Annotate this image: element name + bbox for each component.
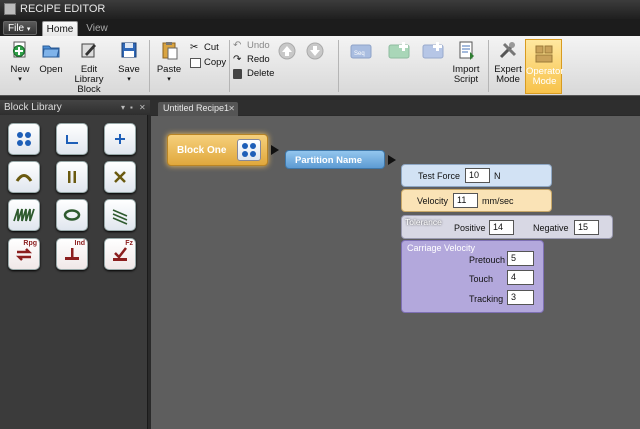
- dropdown-arrow-icon: ▾: [127, 76, 131, 83]
- library-tile-plus[interactable]: [104, 123, 136, 155]
- tolerance-negative-input[interactable]: 15: [574, 220, 599, 235]
- delete-button[interactable]: Delete: [233, 68, 274, 80]
- ribbon-separator: [149, 40, 150, 92]
- diagonal-lines-icon: [112, 209, 128, 225]
- scissors-icon: ✂: [190, 42, 199, 53]
- connector-arrow-icon: [388, 155, 396, 165]
- four-dots-icon: [237, 139, 261, 161]
- save-button[interactable]: Save ▾: [115, 40, 143, 85]
- test-force-block[interactable]: Test Force 10 N: [401, 164, 552, 187]
- tolerance-positive-input[interactable]: 14: [489, 220, 514, 235]
- add-block-icon[interactable]: [422, 41, 446, 61]
- redo-button[interactable]: ↷ Redo: [233, 54, 270, 66]
- ellipse-icon: [63, 209, 81, 221]
- add-step-icon[interactable]: [388, 41, 412, 61]
- dropdown-arrow-icon: ▾: [26, 26, 31, 33]
- open-folder-icon: [42, 45, 60, 58]
- tolerance-block[interactable]: Tolerance Positive 14 Negative 15: [401, 215, 613, 239]
- swap-arrows-icon: [15, 248, 33, 261]
- velocity-block[interactable]: Velocity 11 mm/sec: [401, 189, 552, 212]
- svg-text:Seq: Seq: [354, 51, 365, 57]
- new-document-icon: [13, 41, 26, 58]
- block-one[interactable]: Block One: [167, 134, 268, 166]
- close-icon[interactable]: ✕: [139, 100, 146, 115]
- import-script-button[interactable]: Import Script: [450, 40, 482, 85]
- file-menu-button[interactable]: File ▾: [3, 21, 37, 35]
- move-up-arrow-icon[interactable]: [278, 42, 296, 60]
- plus-icon: [115, 134, 125, 144]
- edit-library-icon: [81, 43, 96, 58]
- library-tile-diagonal-lines[interactable]: [104, 199, 136, 231]
- undo-icon: ↶: [233, 40, 242, 51]
- ribbon-separator: [338, 40, 339, 92]
- tab-view[interactable]: View: [80, 21, 114, 37]
- import-script-icon: [459, 41, 474, 60]
- trash-icon: [233, 69, 242, 79]
- dropdown-arrow-icon: ▾: [18, 76, 22, 83]
- library-tile-cross[interactable]: [104, 161, 136, 193]
- partition-block[interactable]: Partition Name: [285, 150, 385, 169]
- panel-menu-icon[interactable]: ▾: [121, 100, 125, 115]
- save-disk-icon: [121, 42, 137, 58]
- library-tile-rpg[interactable]: Rpg: [8, 238, 40, 270]
- indent-icon: [65, 248, 79, 260]
- arc-icon: [15, 174, 33, 182]
- library-tile-corner[interactable]: [56, 123, 88, 155]
- pretouch-input[interactable]: 5: [507, 251, 534, 266]
- window-title-bar: RECIPE EDITOR: [0, 0, 640, 19]
- move-down-arrow-icon[interactable]: [306, 42, 324, 60]
- ribbon-separator: [488, 40, 489, 92]
- operator-mode-button[interactable]: Operator Mode: [525, 39, 564, 94]
- corner-icon: [66, 135, 78, 144]
- add-sequence-icon[interactable]: Seq: [350, 41, 374, 61]
- pin-icon[interactable]: ▪: [130, 100, 133, 115]
- library-tile-sawtooth[interactable]: [8, 199, 40, 231]
- force-check-icon: [113, 247, 127, 261]
- sawtooth-icon: [13, 208, 35, 222]
- block-library-header: Block Library ▾ ▪ ✕: [0, 100, 150, 115]
- library-tile-arc[interactable]: [8, 161, 40, 193]
- copy-button[interactable]: Copy: [190, 57, 226, 69]
- new-button[interactable]: New ▾: [6, 40, 34, 85]
- redo-icon: ↷: [233, 54, 242, 65]
- close-tab-icon[interactable]: ✕: [228, 102, 235, 115]
- pause-icon: [68, 171, 76, 183]
- paste-button[interactable]: Paste ▾: [154, 40, 184, 85]
- library-tile-ind[interactable]: Ind: [56, 238, 88, 270]
- library-tile-ellipse[interactable]: [56, 199, 88, 231]
- four-dots-icon: [17, 132, 31, 146]
- open-button[interactable]: Open: [37, 40, 65, 75]
- copy-icon: [190, 58, 201, 68]
- cut-button[interactable]: ✂ Cut: [190, 42, 219, 54]
- test-force-input[interactable]: 10: [465, 168, 490, 183]
- carriage-velocity-block[interactable]: Carriage Velocity Pretouch 5 Touch 4 Tra…: [401, 240, 544, 313]
- tab-untitled-recipe[interactable]: Untitled Recipe1 ✕: [158, 102, 238, 116]
- tracking-input[interactable]: 3: [507, 290, 534, 305]
- library-tile-fz[interactable]: Fz: [104, 238, 136, 270]
- tab-home[interactable]: Home: [42, 21, 78, 37]
- library-tile-pause[interactable]: [56, 161, 88, 193]
- connector-arrow-icon: [271, 145, 279, 155]
- undo-button[interactable]: ↶ Undo: [233, 40, 270, 52]
- paste-clipboard-icon: [162, 42, 178, 60]
- operator-grid-icon: [535, 45, 553, 63]
- library-tile-four-dots[interactable]: [8, 123, 40, 155]
- edit-library-block-button[interactable]: Edit Library Block: [67, 40, 111, 95]
- dropdown-arrow-icon: ▾: [167, 76, 171, 83]
- tools-icon: [499, 42, 517, 59]
- cross-icon: [114, 171, 126, 183]
- touch-input[interactable]: 4: [507, 270, 534, 285]
- expert-mode-button[interactable]: Expert Mode: [492, 40, 524, 85]
- app-icon: [4, 3, 16, 15]
- window-title: RECIPE EDITOR: [20, 3, 106, 15]
- velocity-input[interactable]: 11: [453, 193, 478, 208]
- ribbon-separator: [229, 40, 230, 92]
